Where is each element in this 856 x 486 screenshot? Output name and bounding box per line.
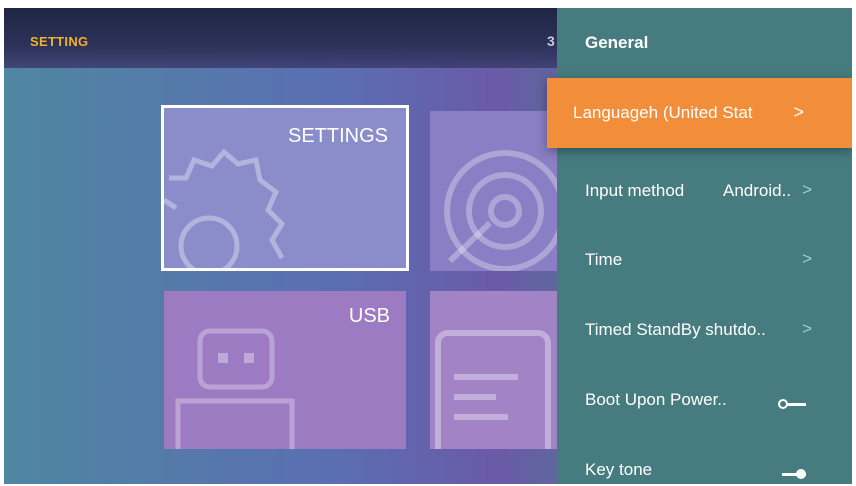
chevron-right-icon: > bbox=[793, 102, 804, 122]
menu-item-language[interactable]: Languageh (United Stat > bbox=[547, 78, 852, 148]
menu-item-label: Time bbox=[585, 250, 623, 269]
menu-item-input-method[interactable]: Input method Android.. > bbox=[557, 171, 852, 211]
menu-item-boot-upon-power[interactable]: Boot Upon Power.. bbox=[557, 380, 852, 420]
menu-item-key-tone[interactable]: Key tone bbox=[557, 450, 852, 484]
menu-item-label: Language bbox=[573, 103, 649, 122]
menu-item-label: Timed StandBy shutdo.. bbox=[585, 320, 766, 339]
menu-item-label: Boot Upon Power.. bbox=[585, 390, 727, 409]
settings-tile-label: SETTINGS bbox=[287, 125, 388, 147]
tv-screen: SETTING 3 SETTINGS USB General Languageh… bbox=[4, 8, 852, 484]
boot-upon-power-toggle[interactable] bbox=[778, 399, 808, 409]
settings-tile[interactable]: SETTINGS bbox=[161, 105, 409, 271]
screen-title: SETTING bbox=[30, 34, 89, 49]
menu-item-label: Key tone bbox=[585, 460, 653, 479]
menu-item-value: Android.. bbox=[723, 181, 792, 200]
general-settings-panel: General Languageh (United Stat > Input m… bbox=[547, 8, 852, 484]
usb-tile-label: USB bbox=[348, 305, 390, 327]
top-bar: SETTING 3 bbox=[4, 8, 564, 68]
chevron-right-icon: > bbox=[802, 249, 812, 268]
menu-item-value: h (United Stat bbox=[648, 103, 753, 122]
menu-item-timed-standby[interactable]: Timed StandBy shutdo.. > bbox=[557, 310, 852, 350]
menu-item-label: Input method bbox=[585, 181, 685, 200]
clock-partial: 3 bbox=[547, 33, 555, 49]
key-tone-toggle[interactable] bbox=[778, 469, 808, 479]
chevron-right-icon: > bbox=[802, 180, 812, 199]
panel-title: General bbox=[585, 33, 649, 52]
menu-item-time[interactable]: Time > bbox=[557, 240, 852, 280]
chevron-right-icon: > bbox=[802, 319, 812, 338]
usb-tile[interactable]: USB bbox=[164, 291, 406, 449]
